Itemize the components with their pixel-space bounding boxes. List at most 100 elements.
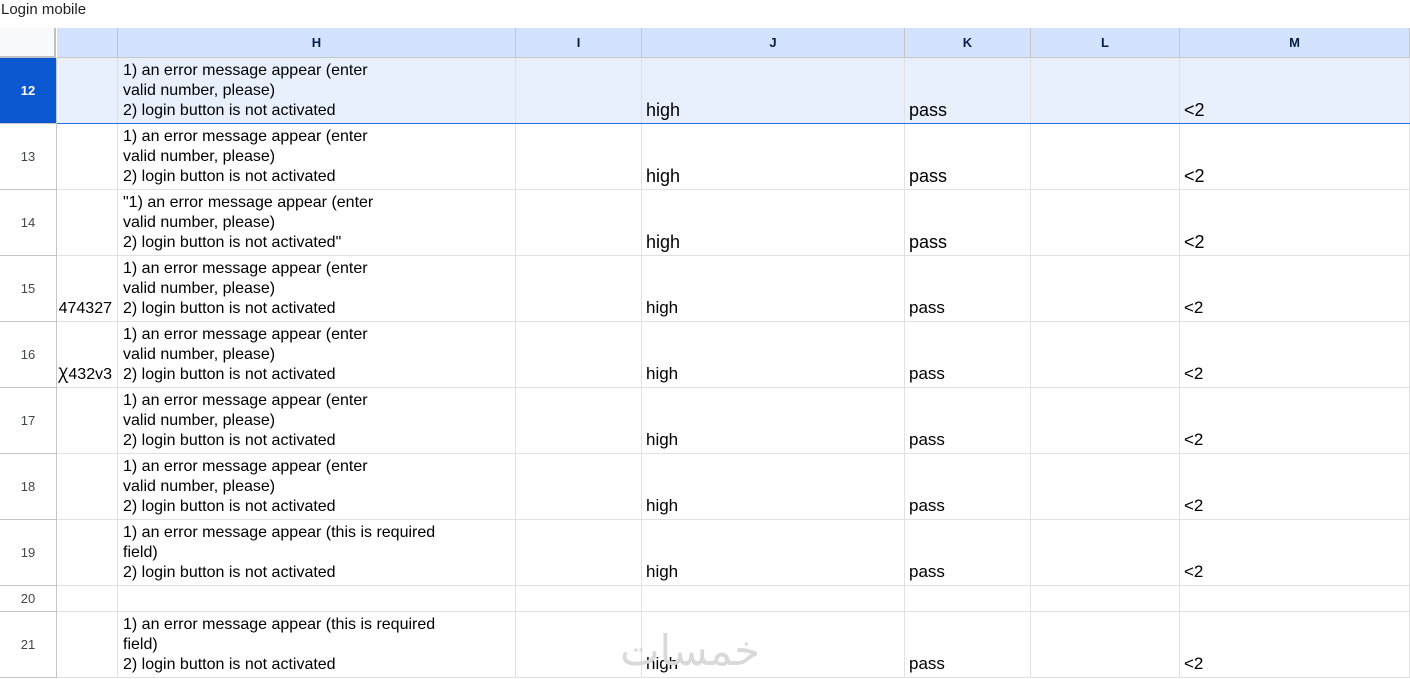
cell-i[interactable]	[516, 388, 642, 454]
cell-g[interactable]: Ꭓ432v3	[57, 322, 118, 388]
column-header-h[interactable]: H	[118, 28, 516, 58]
cell-status[interactable]: pass	[905, 520, 1031, 586]
cell-i[interactable]	[516, 454, 642, 520]
cell-status[interactable]	[905, 586, 1031, 612]
cell-i[interactable]	[516, 322, 642, 388]
cell-status[interactable]: pass	[905, 612, 1031, 678]
cell-l[interactable]	[1031, 256, 1180, 322]
row-header[interactable]: 17	[0, 388, 57, 454]
column-header-j[interactable]: J	[642, 28, 905, 58]
cell-status[interactable]: pass	[905, 322, 1031, 388]
cell-priority[interactable]: high	[642, 612, 905, 678]
cell-expected-result[interactable]: "1) an error message appear (enter valid…	[118, 190, 516, 256]
cell-status[interactable]: pass	[905, 124, 1031, 190]
cell-g[interactable]	[57, 124, 118, 190]
cell-priority[interactable]: high	[642, 256, 905, 322]
cell-status[interactable]: pass	[905, 388, 1031, 454]
cell-priority[interactable]	[642, 586, 905, 612]
row-header[interactable]: 14	[0, 190, 57, 256]
cell-g[interactable]	[57, 388, 118, 454]
cell-l[interactable]	[1031, 454, 1180, 520]
table-row: 13 1) an error message appear (enter vali…	[0, 124, 1410, 190]
cell-priority[interactable]: high	[642, 388, 905, 454]
select-all-corner[interactable]	[0, 28, 56, 58]
cell-i[interactable]	[516, 520, 642, 586]
cell-l[interactable]	[1031, 612, 1180, 678]
cell-j-text: high	[646, 166, 681, 186]
cell-m[interactable]: <2	[1180, 388, 1410, 454]
row-header[interactable]: 21	[0, 612, 57, 678]
cell-l[interactable]	[1031, 388, 1180, 454]
cell-status[interactable]: pass	[905, 58, 1031, 124]
cell-status[interactable]: pass	[905, 190, 1031, 256]
cell-m-text: <2	[1184, 364, 1204, 383]
cell-l[interactable]	[1031, 322, 1180, 388]
cell-k-text: pass	[909, 166, 948, 186]
cell-m[interactable]: <2	[1180, 454, 1410, 520]
column-header-l[interactable]: L	[1031, 28, 1180, 58]
row-header[interactable]: 12	[0, 58, 57, 124]
table-row: 12 1) an error message appear (enter vali…	[0, 58, 1410, 124]
cell-expected-result[interactable]: 1) an error message appear (enter valid …	[118, 256, 516, 322]
cell-m[interactable]: <2	[1180, 612, 1410, 678]
column-header-m[interactable]: M	[1180, 28, 1410, 58]
cell-g[interactable]	[57, 454, 118, 520]
cell-l[interactable]	[1031, 520, 1180, 586]
column-header-k[interactable]: K	[905, 28, 1031, 58]
cell-expected-result[interactable]: 1) an error message appear (enter valid …	[118, 58, 516, 124]
cell-m[interactable]: <2	[1180, 256, 1410, 322]
row-header[interactable]: 19	[0, 520, 57, 586]
row-header[interactable]: 18	[0, 454, 57, 520]
cell-g[interactable]	[57, 612, 118, 678]
cell-priority[interactable]: high	[642, 190, 905, 256]
cell-priority[interactable]: high	[642, 124, 905, 190]
cell-expected-result[interactable]: 1) an error message appear (enter valid …	[118, 388, 516, 454]
sheet-title-bar: Login mobile	[0, 0, 1410, 28]
cell-priority[interactable]: high	[642, 520, 905, 586]
cell-g-text: 474327	[58, 300, 112, 317]
table-row: 16 Ꭓ432v3 1) an error message appear (ente…	[0, 322, 1410, 388]
column-header-i[interactable]: I	[516, 28, 642, 58]
cell-l[interactable]	[1031, 124, 1180, 190]
cell-j-text: high	[646, 298, 679, 317]
cell-expected-result[interactable]: 1) an error message appear (enter valid …	[118, 322, 516, 388]
row-header[interactable]: 20	[0, 586, 57, 612]
cell-i[interactable]	[516, 190, 642, 256]
cell-g[interactable]	[57, 58, 118, 124]
cell-expected-result[interactable]: 1) an error message appear (this is requ…	[118, 520, 516, 586]
cell-g[interactable]	[57, 190, 118, 256]
cell-status[interactable]: pass	[905, 256, 1031, 322]
cell-l[interactable]	[1031, 58, 1180, 124]
cell-expected-result[interactable]: 1) an error message appear (enter valid …	[118, 454, 516, 520]
cell-i[interactable]	[516, 124, 642, 190]
cell-m[interactable]: <2	[1180, 58, 1410, 124]
cell-priority[interactable]: high	[642, 322, 905, 388]
cell-m[interactable]: <2	[1180, 124, 1410, 190]
cell-m[interactable]: <2	[1180, 190, 1410, 256]
cell-m-text: <2	[1184, 166, 1205, 186]
row-header[interactable]: 16	[0, 322, 57, 388]
cell-m-text: <2	[1184, 496, 1204, 515]
cell-i[interactable]	[516, 256, 642, 322]
cell-m[interactable]: <2	[1180, 520, 1410, 586]
row-header[interactable]: 13	[0, 124, 57, 190]
cell-g[interactable]: 474327	[57, 256, 118, 322]
cell-expected-result[interactable]	[118, 586, 516, 612]
cell-m[interactable]: <2	[1180, 322, 1410, 388]
cell-expected-result[interactable]: 1) an error message appear (this is requ…	[118, 612, 516, 678]
cell-i[interactable]	[516, 58, 642, 124]
cell-g[interactable]	[57, 520, 118, 586]
cell-l[interactable]	[1031, 190, 1180, 256]
cell-g[interactable]	[57, 586, 118, 612]
cell-status[interactable]: pass	[905, 454, 1031, 520]
cell-priority[interactable]: high	[642, 454, 905, 520]
column-header-g[interactable]	[57, 28, 118, 58]
cell-m[interactable]	[1180, 586, 1410, 612]
row-header[interactable]: 15	[0, 256, 57, 322]
cell-expected-result[interactable]: 1) an error message appear (enter valid …	[118, 124, 516, 190]
cell-i[interactable]	[516, 612, 642, 678]
cell-l[interactable]	[1031, 586, 1180, 612]
cell-priority[interactable]: high	[642, 58, 905, 124]
cell-h-text: 1) an error message appear (enter valid …	[123, 458, 368, 515]
cell-i[interactable]	[516, 586, 642, 612]
